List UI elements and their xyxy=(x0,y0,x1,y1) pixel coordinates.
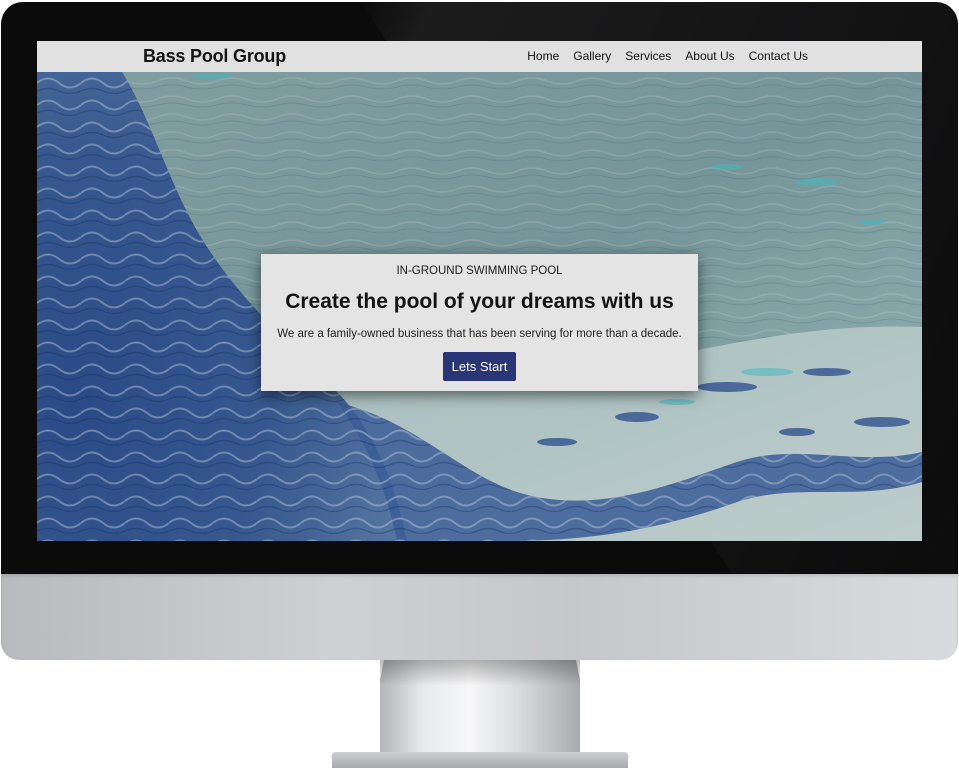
hero-eyebrow: IN-GROUND SWIMMING POOL xyxy=(396,265,563,277)
nav-links: Home Gallery Services About Us Contact U… xyxy=(527,49,808,63)
site-brand[interactable]: Bass Pool Group xyxy=(143,46,286,67)
nav-about-us[interactable]: About Us xyxy=(685,49,734,63)
monitor-chin xyxy=(1,574,958,660)
hero-section: IN-GROUND SWIMMING POOL Create the pool … xyxy=(37,72,922,541)
nav-gallery[interactable]: Gallery xyxy=(573,49,611,63)
nav-services[interactable]: Services xyxy=(625,49,671,63)
lets-start-button[interactable]: Lets Start xyxy=(443,352,516,381)
monitor-stand-shadow xyxy=(380,660,580,686)
hero-card: IN-GROUND SWIMMING POOL Create the pool … xyxy=(261,254,698,391)
hero-headline: Create the pool of your dreams with us xyxy=(285,290,674,313)
monitor-mockup: Bass Pool Group Home Gallery Services Ab… xyxy=(0,0,959,768)
nav-home[interactable]: Home xyxy=(527,49,559,63)
website-screen: Bass Pool Group Home Gallery Services Ab… xyxy=(37,41,922,541)
hero-subline: We are a family-owned business that has … xyxy=(277,328,682,340)
monitor-stand-foot xyxy=(332,752,628,768)
site-navbar: Bass Pool Group Home Gallery Services Ab… xyxy=(37,41,922,72)
nav-contact-us[interactable]: Contact Us xyxy=(749,49,808,63)
